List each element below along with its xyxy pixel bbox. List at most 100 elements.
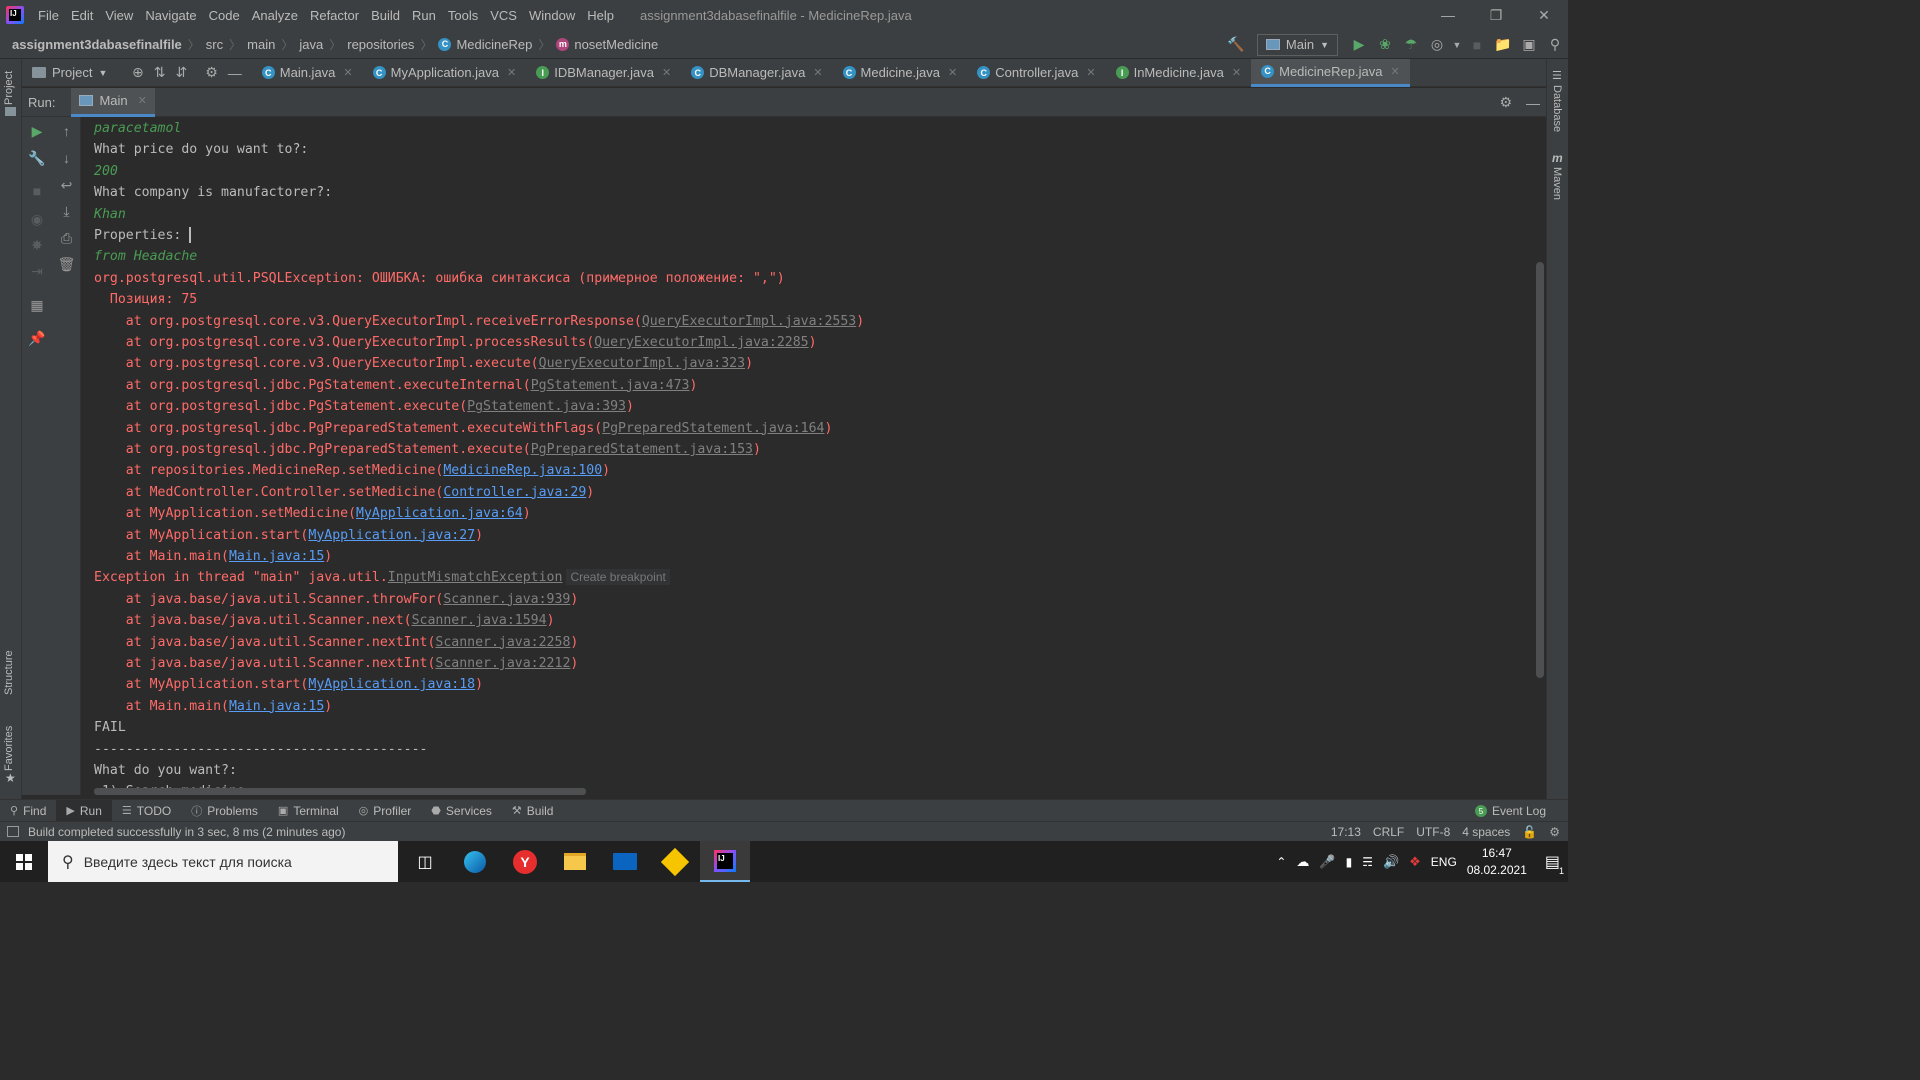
arrow-up-icon[interactable]: ↑ (52, 123, 81, 139)
build-hammer-icon[interactable]: 🔨 (1223, 32, 1249, 58)
volume-icon[interactable]: 🔊 (1383, 854, 1399, 870)
stop-icon[interactable]: ■ (1464, 32, 1490, 58)
editor-tab[interactable]: C Main.java ✕ (252, 59, 363, 87)
scroll-to-end-icon[interactable]: ⤓ (52, 203, 81, 220)
stacktrace-link[interactable]: Scanner.java:2212 (435, 656, 570, 671)
intellij-taskbar-icon[interactable]: IJ (700, 841, 750, 882)
close-tab-icon[interactable]: ✕ (813, 66, 822, 79)
taskbar-search-box[interactable]: ⚲ Введите здесь текст для поиска (48, 841, 398, 882)
battery-icon[interactable]: ▮ (1346, 855, 1353, 869)
soft-wrap-icon[interactable]: ↩ (52, 177, 81, 194)
menu-vcs[interactable]: VCS (484, 8, 523, 23)
maven-tool-button[interactable]: Maven (1551, 167, 1563, 200)
editor-tab[interactable]: C Controller.java ✕ (967, 59, 1105, 87)
tool-window-run[interactable]: ▶ Run (56, 799, 112, 822)
menu-help[interactable]: Help (581, 8, 620, 23)
stacktrace-link[interactable]: Controller.java:29 (443, 485, 586, 500)
menu-file[interactable]: File (32, 8, 65, 23)
stacktrace-link[interactable]: MyApplication.java:18 (308, 677, 475, 692)
expand-all-icon[interactable]: ⇅ (154, 64, 166, 81)
breadcrumb-method[interactable]: m nosetMedicine (552, 37, 662, 52)
settings-gear-icon[interactable]: ⚙ (205, 64, 218, 81)
stacktrace-link[interactable]: Main.java:15 (229, 549, 324, 564)
hide-panel-icon[interactable]: — (228, 65, 242, 81)
stacktrace-link[interactable]: PgPreparedStatement.java:164 (602, 421, 824, 436)
run-play-icon[interactable]: ▶ (1346, 32, 1372, 58)
stacktrace-link[interactable]: MedicineRep.java:100 (443, 463, 602, 478)
console-horizontal-scrollbar[interactable] (94, 788, 586, 795)
locate-target-icon[interactable]: ⊕ (132, 64, 144, 81)
caret-position[interactable]: 17:13 (1331, 825, 1361, 839)
yandex-browser-icon[interactable]: Y (500, 841, 550, 882)
menu-build[interactable]: Build (365, 8, 406, 23)
stacktrace-link[interactable]: MyApplication.java:64 (356, 506, 523, 521)
menu-edit[interactable]: Edit (65, 8, 99, 23)
profile-icon[interactable]: ◎ (1424, 32, 1450, 58)
pin-icon[interactable]: 📌 (22, 330, 52, 347)
run-tab-main[interactable]: Main ✕ (71, 87, 155, 117)
start-button[interactable] (0, 841, 48, 882)
tool-window-todo[interactable]: ☰ TODO (112, 800, 181, 822)
action-center-icon[interactable]: ▤ 1 (1545, 852, 1564, 876)
project-tool-button[interactable]: Project (3, 71, 15, 105)
trash-icon[interactable]: 🗑 (52, 256, 81, 273)
editor-tab[interactable]: I IDBManager.java ✕ (526, 59, 681, 87)
project-structure-icon[interactable]: 📁 (1490, 32, 1516, 58)
favorites-tool-button[interactable]: Favorites (3, 726, 15, 771)
menu-refactor[interactable]: Refactor (304, 8, 365, 23)
input-language[interactable]: ENG (1431, 855, 1457, 869)
close-icon[interactable]: ✕ (138, 94, 147, 107)
wifi-icon[interactable]: ☴ (1362, 855, 1373, 869)
line-separator[interactable]: CRLF (1373, 825, 1404, 839)
close-tab-icon[interactable]: ✕ (343, 66, 352, 79)
close-tab-icon[interactable]: ✕ (1390, 65, 1399, 78)
stacktrace-link[interactable]: PgPreparedStatement.java:153 (531, 442, 753, 457)
settings-gear-icon[interactable]: ⚙ (1499, 94, 1512, 111)
file-explorer-icon[interactable] (550, 841, 600, 882)
mail-icon[interactable] (600, 841, 650, 882)
stacktrace-link[interactable]: Scanner.java:1594 (412, 613, 547, 628)
stacktrace-link[interactable]: PgStatement.java:393 (467, 399, 626, 414)
close-tab-icon[interactable]: ✕ (662, 66, 671, 79)
restore-icon[interactable]: ❐ (1472, 0, 1520, 30)
editor-tab[interactable]: C Medicine.java ✕ (833, 59, 968, 87)
breadcrumb-medicinerep[interactable]: C MedicineRep (434, 37, 536, 52)
notification-app-icon[interactable]: ❖ (1409, 854, 1421, 870)
file-encoding[interactable]: UTF-8 (1416, 825, 1450, 839)
create-breakpoint-hint[interactable]: Create breakpoint (566, 569, 670, 586)
editor-tab[interactable]: C MedicineRep.java ✕ (1251, 58, 1410, 87)
stacktrace-link[interactable]: Main.java:15 (229, 699, 324, 714)
breadcrumb-main[interactable]: main (243, 37, 279, 52)
onedrive-cloud-icon[interactable]: ☁ (1296, 854, 1309, 870)
breadcrumb-repositories[interactable]: repositories (343, 37, 418, 52)
hide-panel-icon[interactable]: — (1526, 95, 1540, 111)
close-tab-icon[interactable]: ✕ (507, 66, 516, 79)
minimize-icon[interactable]: — (1424, 0, 1472, 30)
microphone-icon[interactable]: 🎤 (1319, 854, 1335, 870)
close-tab-icon[interactable]: ✕ (948, 66, 957, 79)
close-icon[interactable]: ✕ (1520, 0, 1568, 30)
toggle-tool-windows-icon[interactable] (7, 826, 19, 837)
menu-analyze[interactable]: Analyze (246, 8, 304, 23)
breadcrumb-src[interactable]: src (202, 37, 227, 52)
layout-icon[interactable]: ▦ (22, 297, 52, 314)
arrow-down-icon[interactable]: ↓ (52, 150, 81, 166)
edge-browser-icon[interactable] (450, 841, 500, 882)
menu-code[interactable]: Code (203, 8, 246, 23)
tool-window-find[interactable]: ⚲ Find (0, 800, 56, 822)
indent-setting[interactable]: 4 spaces (1462, 825, 1510, 839)
lock-icon[interactable]: 🔓 (1522, 825, 1537, 839)
run-configuration-select[interactable]: Main ▼ (1256, 33, 1338, 56)
database-tool-button[interactable]: Database (1551, 85, 1563, 132)
console-vertical-scrollbar[interactable] (1536, 262, 1544, 678)
clock[interactable]: 16:47 08.02.2021 (1467, 845, 1527, 879)
menu-view[interactable]: View (99, 8, 139, 23)
stop-icon[interactable]: ■ (22, 183, 52, 199)
more-run-chevron-icon[interactable]: ▼ (1450, 32, 1464, 58)
stacktrace-link[interactable]: QueryExecutorImpl.java:2553 (642, 314, 856, 329)
project-view-dropdown[interactable]: Project ▼ (22, 65, 122, 80)
menu-run[interactable]: Run (406, 8, 442, 23)
search-icon[interactable]: ⚲ (1542, 32, 1568, 58)
stacktrace-link[interactable]: Scanner.java:2258 (435, 635, 570, 650)
structure-tool-button[interactable]: Structure (3, 650, 15, 695)
